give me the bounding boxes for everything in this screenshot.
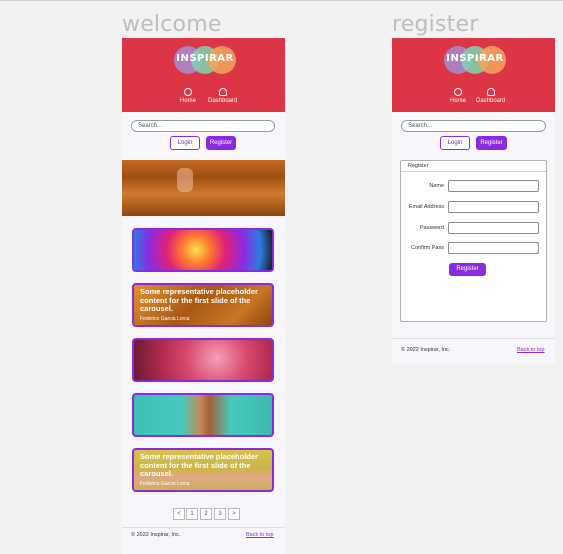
search-placeholder: Search... — [408, 123, 433, 129]
nav-dashboard-label: Dashboard — [208, 98, 238, 104]
main-nav: Home Dashboard — [122, 88, 285, 108]
register-form: Register Name Email Address Password Con… — [400, 160, 547, 322]
carousel-author: Federico Garcia Lorca — [140, 316, 190, 322]
nav-home[interactable]: Home — [450, 88, 466, 104]
dashboard-icon — [486, 88, 495, 96]
nav-home[interactable]: Home — [180, 88, 196, 104]
nav-home-label: Home — [450, 98, 467, 104]
email-field[interactable] — [448, 201, 539, 213]
carousel-card[interactable]: Some representative placeholder content … — [132, 283, 274, 327]
search-placeholder: Search... — [138, 123, 163, 129]
search-input[interactable]: Search... — [131, 120, 275, 132]
brand-logo[interactable]: INSPIRAR — [444, 46, 506, 74]
name-label: Name — [429, 183, 444, 189]
site-header: INSPIRAR Home Dashboard — [392, 38, 555, 112]
footer-divider — [392, 338, 555, 339]
pagination-page-3[interactable]: 3 — [214, 508, 226, 520]
confirm-password-label: Confirm Pass — [410, 245, 444, 251]
nav-dashboard[interactable]: Dashboard — [208, 88, 237, 104]
frame-title-welcome: welcome — [122, 12, 222, 37]
brand-logo[interactable]: INSPIRAR — [174, 46, 236, 74]
register-button[interactable]: Register — [476, 136, 507, 150]
frame-title-register: register — [392, 12, 479, 37]
carousel-card[interactable]: Some representative placeholder content … — [132, 448, 274, 492]
search-input[interactable]: Search... — [401, 120, 546, 132]
logo-text: INSPIRAR — [446, 53, 504, 64]
hero-image — [122, 160, 285, 216]
nav-dashboard[interactable]: Dashboard — [476, 88, 505, 104]
pagination-page-1[interactable]: 1 — [186, 508, 198, 520]
carousel-caption: Some representative placeholder content … — [140, 287, 258, 313]
carousel-card[interactable] — [132, 338, 274, 382]
pagination-page-2[interactable]: 2 — [200, 508, 212, 520]
carousel-card[interactable] — [132, 393, 274, 437]
window-top-line — [0, 0, 563, 1]
dashboard-icon — [218, 88, 227, 96]
confirm-password-field[interactable] — [448, 242, 539, 254]
pagination-next[interactable]: > — [228, 508, 240, 520]
logo-text: INSPIRAR — [176, 53, 234, 64]
back-to-top-link[interactable]: Back to top — [246, 532, 274, 538]
register-form-title: Register — [401, 161, 546, 172]
carousel-author: Federico Garcia Lorca — [140, 481, 190, 487]
pagination-prev[interactable]: < — [173, 508, 185, 520]
main-nav: Home Dashboard — [392, 88, 555, 108]
home-icon — [184, 88, 192, 96]
carousel-card[interactable] — [132, 228, 274, 272]
email-label: Email Address — [408, 204, 444, 210]
footer-copyright: © 2022 Inspirar, Inc. — [401, 347, 451, 353]
site-header: INSPIRAR Home Dashboard — [122, 38, 285, 112]
nav-dashboard-label: Dashboard — [476, 98, 506, 104]
register-button[interactable]: Register — [206, 136, 236, 150]
welcome-frame: INSPIRAR Home Dashboard Search... Login … — [122, 38, 285, 554]
home-icon — [454, 88, 462, 96]
back-to-top-link[interactable]: Back to top — [517, 347, 545, 353]
name-field[interactable] — [448, 180, 539, 192]
nav-home-label: Home — [180, 98, 197, 104]
register-frame: INSPIRAR Home Dashboard Search... Login … — [392, 38, 555, 364]
login-button[interactable]: Login — [170, 136, 200, 150]
register-submit-button[interactable]: Register — [449, 263, 486, 276]
password-field[interactable] — [448, 222, 539, 234]
password-label: Password — [419, 225, 444, 231]
footer-copyright: © 2022 Inspirar, Inc. — [131, 532, 181, 538]
login-button[interactable]: Login — [440, 136, 470, 150]
footer-divider — [122, 527, 285, 528]
carousel-caption: Some representative placeholder content … — [140, 452, 258, 478]
